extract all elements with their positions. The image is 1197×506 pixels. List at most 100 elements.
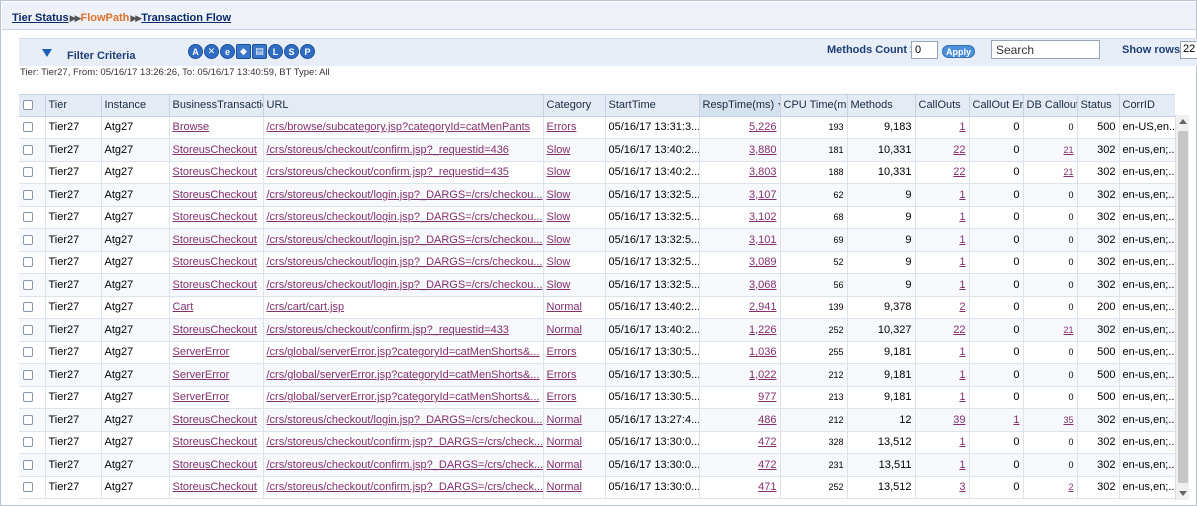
cell-link[interactable]: /crs/storeus/checkout/confirm.jsp?_DARGS…: [267, 436, 543, 448]
cell-businesstransaction[interactable]: ServerError: [169, 386, 264, 409]
cell-businesstransaction[interactable]: ServerError: [169, 341, 264, 364]
table-row[interactable]: Tier27 Atg27 StoreusCheckout/crs/storeus/c…: [19, 431, 1175, 454]
cell-link[interactable]: Normal: [547, 436, 582, 448]
cell-link[interactable]: 472: [758, 436, 776, 448]
cell-link[interactable]: Normal: [547, 459, 582, 471]
e-icon[interactable]: e: [220, 44, 235, 59]
table-row[interactable]: Tier27 Atg27 StoreusCheckout/crs/storeus/c…: [19, 273, 1175, 297]
cell-link[interactable]: /crs/global/serverError.jsp?categoryId=c…: [267, 369, 540, 381]
cell-url[interactable]: /crs/storeus/checkout/confirm.jsp?_reque…: [263, 318, 544, 342]
row-checkbox[interactable]: [23, 369, 33, 380]
cell-link[interactable]: Slow: [547, 279, 571, 291]
cell-link[interactable]: 39: [953, 414, 965, 426]
select-all-checkbox-header[interactable]: [19, 95, 46, 117]
row-checkbox[interactable]: [23, 122, 33, 133]
cell-link[interactable]: Slow: [547, 211, 571, 223]
cell-businesstransaction[interactable]: StoreusCheckout: [169, 453, 264, 477]
cell-link[interactable]: 1: [959, 256, 965, 268]
column-header-instance[interactable]: Instance: [101, 95, 170, 117]
cell-callouts[interactable]: 1: [915, 453, 970, 477]
cell-url[interactable]: /crs/storeus/checkout/confirm.jsp?_reque…: [263, 138, 544, 162]
cell-link[interactable]: 2: [959, 301, 965, 313]
row-checkbox[interactable]: [23, 302, 33, 313]
cell-link[interactable]: /crs/browse/subcategory.jsp?categoryId=c…: [267, 121, 531, 133]
cell-resptime-ms[interactable]: 3,803: [699, 161, 781, 184]
cell-callouts[interactable]: 1: [915, 116, 970, 139]
cell-category[interactable]: Slow: [543, 273, 606, 297]
cell-link[interactable]: StoreusCheckout: [173, 436, 257, 448]
cell-link[interactable]: Slow: [547, 189, 571, 201]
show-rows-select[interactable]: 22: [1180, 41, 1197, 59]
cell-link[interactable]: Errors: [547, 346, 577, 358]
table-row[interactable]: Tier27 Atg27 StoreusCheckout/crs/storeus/c…: [19, 161, 1175, 184]
cell-link[interactable]: Slow: [547, 166, 571, 178]
cell-link[interactable]: StoreusCheckout: [173, 481, 257, 493]
cell-callouts[interactable]: 1: [915, 341, 970, 364]
cell-callouts[interactable]: 1: [915, 206, 970, 229]
cell-businesstransaction[interactable]: StoreusCheckout: [169, 206, 264, 229]
table-row[interactable]: Tier27 Atg27 StoreusCheckout/crs/storeus/c…: [19, 183, 1175, 207]
cell-link[interactable]: 3,102: [749, 211, 777, 223]
column-header-cpu-time-ms[interactable]: CPU Time(ms): [780, 95, 848, 117]
cell-link[interactable]: 1: [959, 121, 965, 133]
cell-link[interactable]: 1: [959, 234, 965, 246]
scroll-up-icon[interactable]: [1179, 119, 1187, 124]
cell-link[interactable]: StoreusCheckout: [173, 144, 257, 156]
cell-category[interactable]: Normal: [543, 476, 606, 499]
row-checkbox[interactable]: [23, 482, 33, 493]
cell-link[interactable]: 1,226: [749, 324, 777, 336]
cell-resptime-ms[interactable]: 2,941: [699, 296, 781, 319]
scrollbar-thumb[interactable]: [1178, 131, 1188, 483]
cell-link[interactable]: Slow: [547, 234, 571, 246]
cell-url[interactable]: /crs/storeus/checkout/login.jsp?_DARGS=/…: [263, 228, 544, 252]
cell-category[interactable]: Slow: [543, 228, 606, 252]
breadcrumb-transaction-flow[interactable]: Transaction Flow: [141, 12, 231, 24]
vertical-scrollbar[interactable]: [1175, 115, 1189, 500]
cell-resptime-ms[interactable]: 1,226: [699, 318, 781, 342]
table-row[interactable]: Tier27 Atg27 StoreusCheckout/crs/storeus/c…: [19, 228, 1175, 252]
cell-link[interactable]: Errors: [547, 121, 577, 133]
row-checkbox[interactable]: [23, 324, 33, 335]
breadcrumb-tier-status[interactable]: Tier Status: [12, 12, 69, 24]
p-icon[interactable]: P: [300, 44, 315, 59]
cell-businesstransaction[interactable]: StoreusCheckout: [169, 431, 264, 454]
cell-url[interactable]: /crs/storeus/checkout/confirm.jsp?_DARGS…: [263, 476, 544, 499]
cell-resptime-ms[interactable]: 977: [699, 386, 781, 409]
cell-callouts[interactable]: 3: [915, 476, 970, 499]
cell-category[interactable]: Normal: [543, 296, 606, 319]
cell-link[interactable]: 977: [758, 391, 776, 403]
cell-link[interactable]: 471: [758, 481, 776, 493]
select-all-checkbox[interactable]: [23, 100, 33, 111]
cell-link[interactable]: StoreusCheckout: [173, 166, 257, 178]
cell-resptime-ms[interactable]: 5,226: [699, 116, 781, 139]
cell-callouts[interactable]: 22: [915, 161, 970, 184]
x-icon[interactable]: ✕: [204, 44, 219, 59]
cell-link[interactable]: /crs/storeus/checkout/confirm.jsp?_DARGS…: [267, 459, 543, 471]
cell-link[interactable]: 22: [953, 324, 965, 336]
cell-link[interactable]: 1: [959, 459, 965, 471]
cell-link[interactable]: 1: [959, 369, 965, 381]
column-header-corrid[interactable]: CorrID: [1119, 95, 1175, 117]
cell-link[interactable]: Normal: [547, 481, 582, 493]
cell-businesstransaction[interactable]: StoreusCheckout: [169, 251, 264, 274]
cell-callouts[interactable]: 1: [915, 431, 970, 454]
table-row[interactable]: Tier27 Atg27 ServerError/crs/global/server…: [19, 363, 1175, 387]
cell-link[interactable]: 3: [959, 481, 965, 493]
cell-link[interactable]: ServerError: [173, 391, 230, 403]
cell-link[interactable]: 3,880: [749, 144, 777, 156]
cell-link[interactable]: StoreusCheckout: [173, 414, 257, 426]
row-checkbox[interactable]: [23, 189, 33, 200]
table-row[interactable]: Tier27 Atg27 StoreusCheckout/crs/storeus/c…: [19, 476, 1175, 499]
cell-link[interactable]: 3,101: [749, 234, 777, 246]
cell-url[interactable]: /crs/storeus/checkout/login.jsp?_DARGS=/…: [263, 251, 544, 274]
cell-resptime-ms[interactable]: 3,101: [699, 228, 781, 252]
cell-link[interactable]: StoreusCheckout: [173, 234, 257, 246]
cell-link[interactable]: StoreusCheckout: [173, 459, 257, 471]
table-row[interactable]: Tier27 Atg27 StoreusCheckout/crs/storeus/c…: [19, 251, 1175, 274]
cell-businesstransaction[interactable]: ServerError: [169, 363, 264, 387]
cell-url[interactable]: /crs/global/serverError.jsp?categoryId=c…: [263, 341, 544, 364]
row-checkbox[interactable]: [23, 392, 33, 403]
cell-link[interactable]: 486: [758, 414, 776, 426]
table-row[interactable]: Tier27 Atg27 Browse/crs/browse/subcategory…: [19, 116, 1175, 139]
column-header-url[interactable]: URL: [263, 95, 544, 117]
